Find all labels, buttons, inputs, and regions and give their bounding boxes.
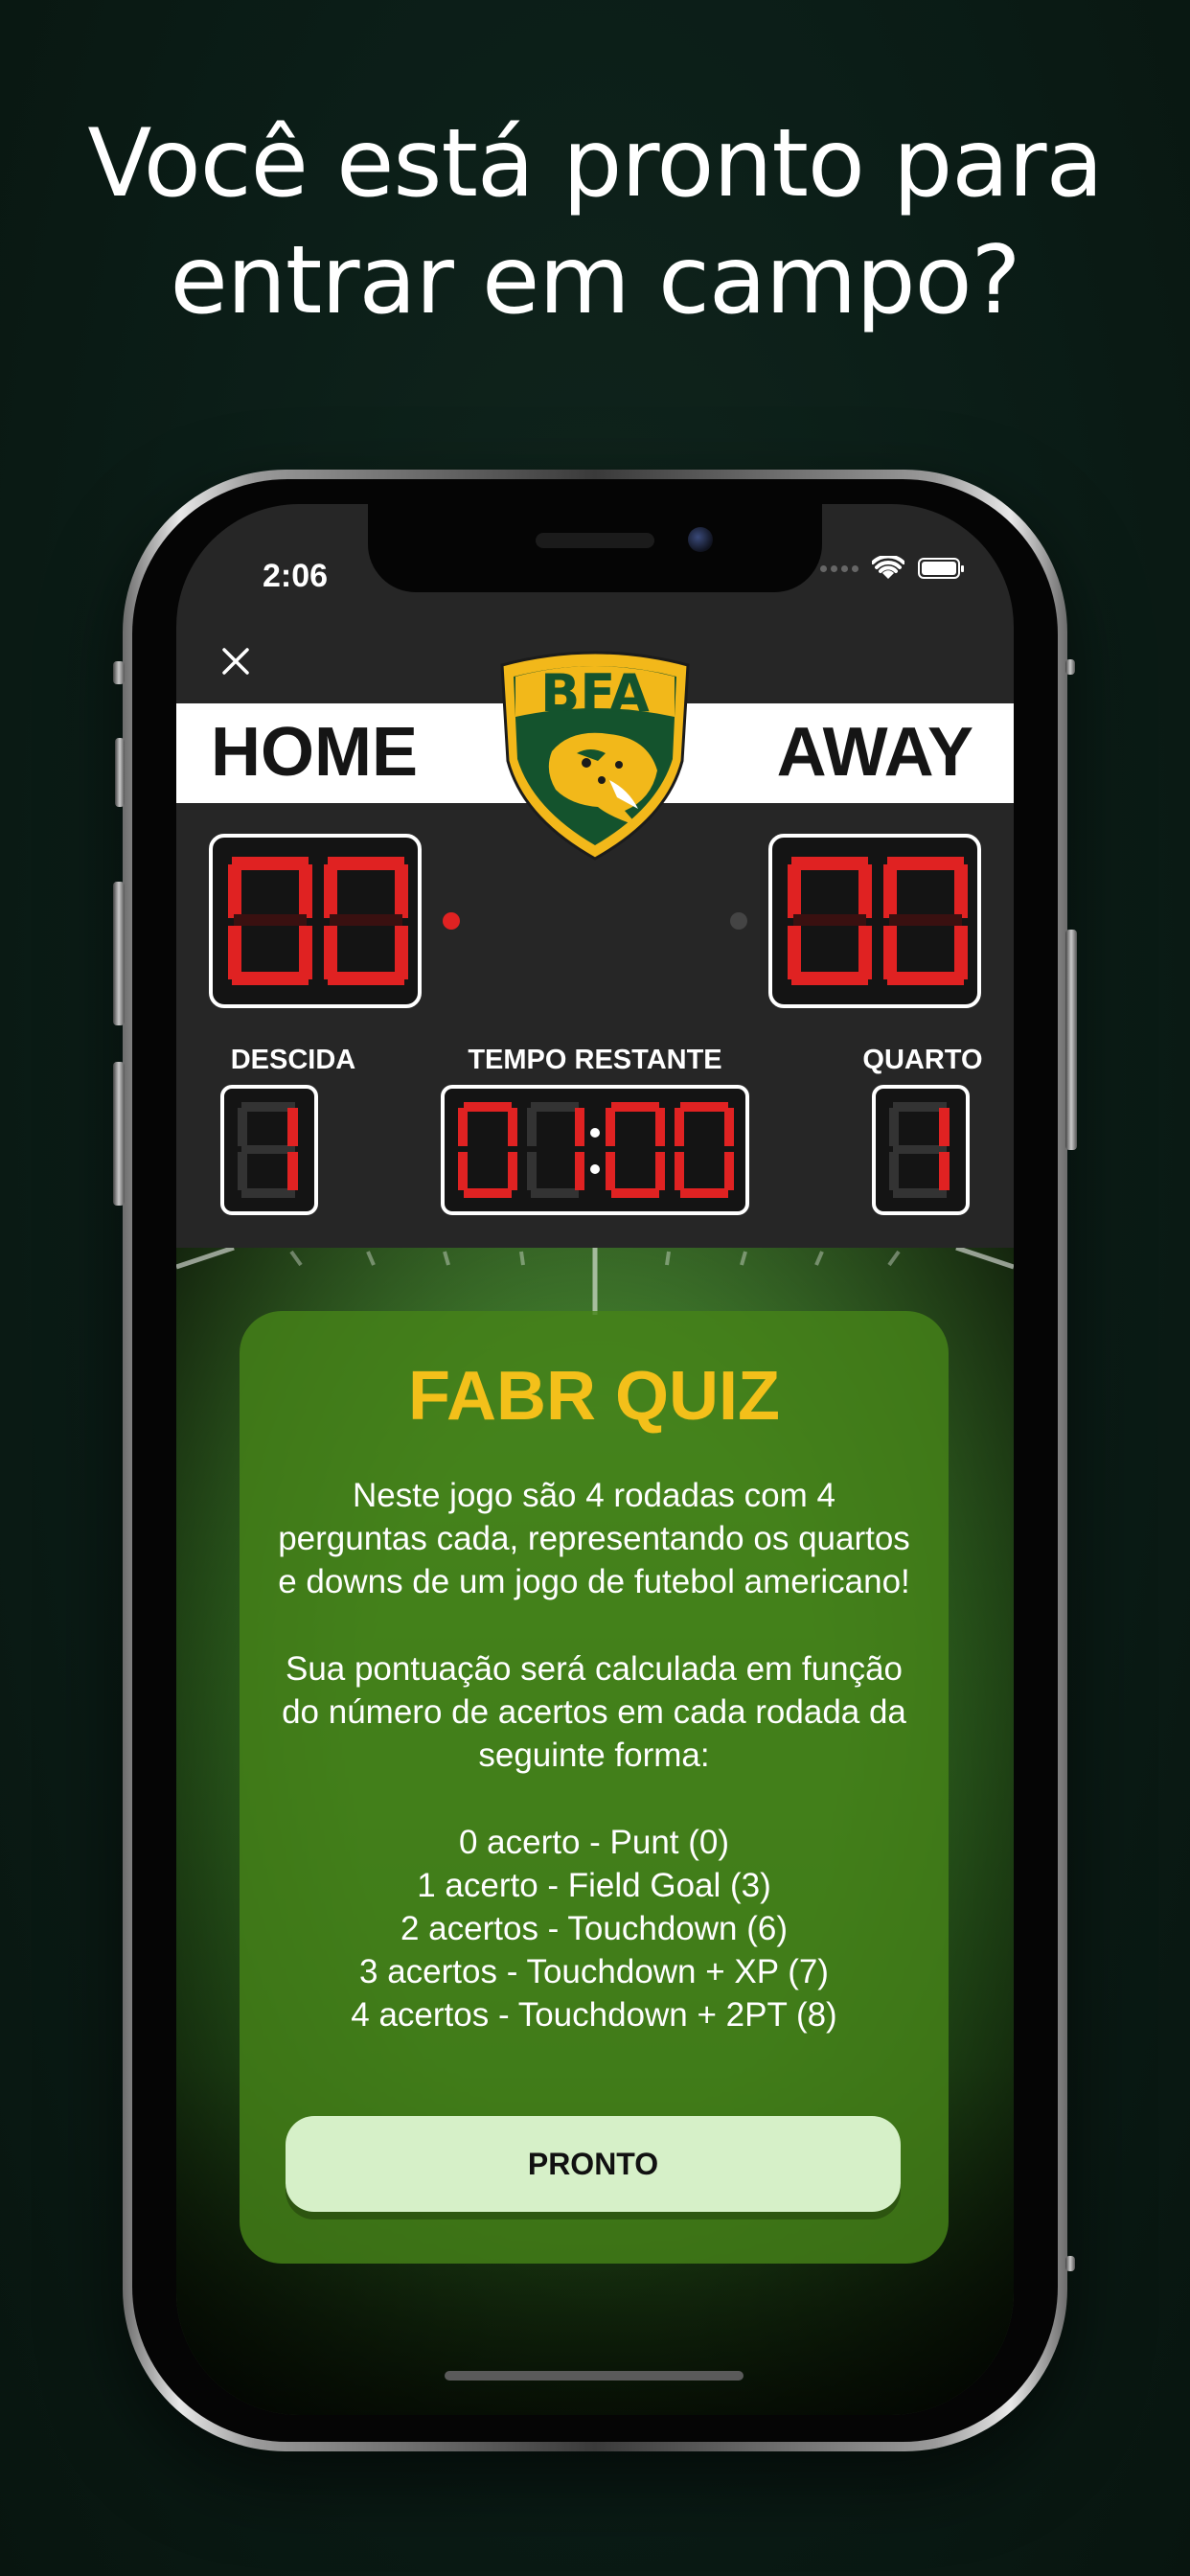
scoring-line: 0 acerto - Punt (0) — [458, 1824, 730, 1861]
home-score-digits — [228, 857, 408, 985]
away-score-digits — [788, 857, 968, 985]
home-possession-indicator — [443, 912, 460, 930]
quiz-intro-card: FABR QUIZ Neste jogo são 4 rodadas com 4… — [240, 1311, 949, 2264]
headline-line-2: entrar em campo? — [170, 226, 1020, 335]
notch — [368, 504, 822, 592]
status-icons — [820, 556, 964, 581]
away-possession-indicator — [730, 912, 747, 930]
time-remaining-display — [441, 1085, 749, 1215]
home-indicator[interactable] — [445, 2371, 744, 2380]
ready-button[interactable]: PRONTO — [286, 2116, 901, 2212]
quarter-display — [872, 1085, 970, 1215]
quarter-digit — [889, 1102, 950, 1198]
down-display — [220, 1085, 318, 1215]
wifi-icon — [872, 556, 904, 579]
rules-paragraph: Neste jogo são 4 rodadas com 4 perguntas… — [278, 1477, 910, 1600]
signal-icon — [820, 564, 858, 572]
phone-mute-switch — [113, 661, 125, 684]
scoring-line: 1 acerto - Field Goal (3) — [417, 1867, 771, 1904]
scoring-line: 4 acertos - Touchdown + 2PT (8) — [351, 1996, 837, 2034]
phone-volume-down — [113, 1062, 125, 1206]
time-remaining-label: TEMPO RESTANTE — [468, 1045, 722, 1075]
scoring-line: 2 acertos - Touchdown (6) — [400, 1910, 788, 1947]
phone-silent-button — [115, 738, 125, 807]
time-digits — [458, 1102, 734, 1198]
front-camera — [688, 527, 713, 552]
scoring-line: 3 acertos - Touchdown + XP (7) — [359, 1953, 829, 1990]
phone-power-button — [1065, 930, 1077, 1150]
bfa-logo: BFA — [500, 651, 690, 861]
status-time: 2:06 — [263, 558, 329, 594]
headline: Você está pronto para entrar em campo? — [0, 105, 1190, 339]
down-label: DESCIDA — [230, 1045, 356, 1075]
phone-volume-up — [113, 882, 125, 1025]
quiz-description: Neste jogo são 4 rodadas com 4 perguntas… — [278, 1474, 910, 2036]
close-icon[interactable] — [215, 640, 257, 682]
speaker — [536, 533, 654, 548]
home-score-display — [209, 834, 422, 1008]
scoring-intro-paragraph: Sua pontuação será calculada em função d… — [282, 1650, 906, 1774]
phone-antenna-bottom — [1065, 2256, 1075, 2271]
away-score-display — [768, 834, 981, 1008]
battery-icon — [918, 558, 964, 579]
logo-text: BFA — [540, 663, 650, 724]
home-team-label: HOME — [211, 714, 418, 791]
away-team-label: AWAY — [776, 714, 973, 791]
phone-antenna-top — [1065, 659, 1075, 675]
app-screen: 2:06 HOME AWAY BFA DESCIDA TEMPO RESTANT… — [176, 504, 1014, 2415]
quarter-label: QUARTO — [862, 1045, 983, 1075]
down-digit — [238, 1102, 298, 1198]
quiz-title: FABR QUIZ — [408, 1358, 780, 1435]
headline-line-1: Você está pronto para — [87, 109, 1103, 218]
